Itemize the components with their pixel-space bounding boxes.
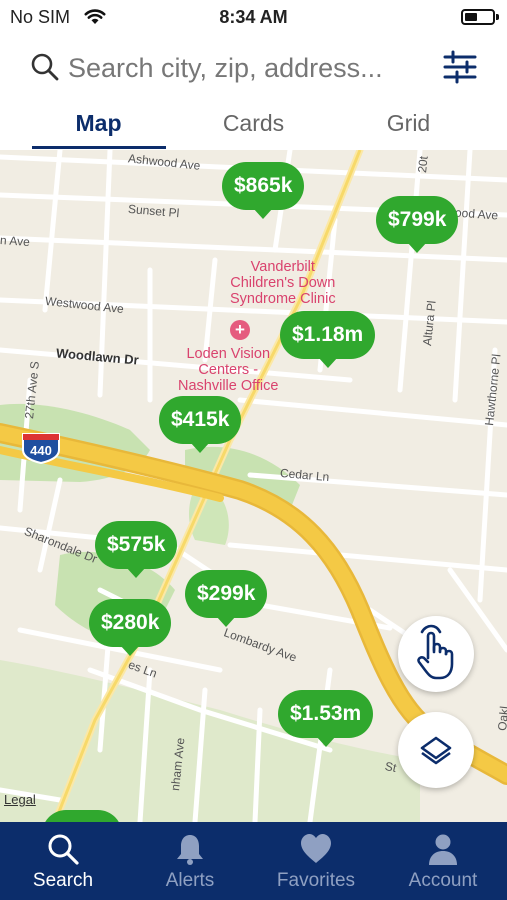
poi-label-vanderbilt-clinic[interactable]: Vanderbilt Children's Down Syndrome Clin… — [230, 259, 336, 307]
search-icon — [31, 53, 59, 81]
hand-pointer-icon — [417, 624, 454, 680]
nav-search[interactable]: Search — [0, 822, 126, 900]
bell-icon — [177, 835, 203, 865]
interstate-number: 440 — [30, 443, 52, 458]
price-pin[interactable]: $865k — [222, 162, 305, 219]
tab-map[interactable]: Map — [14, 110, 183, 137]
filter-sliders-icon[interactable] — [440, 48, 480, 86]
price-pin[interactable]: $1.53m — [278, 690, 374, 747]
price-pin[interactable]: $1.18m — [280, 311, 376, 368]
tab-grid[interactable]: Grid — [324, 110, 493, 137]
medical-cross-icon[interactable]: + — [230, 320, 250, 340]
street-label: ood Ave — [454, 205, 499, 223]
status-bar: No SIM 8:34 AM — [0, 0, 507, 34]
interstate-440-shield-icon: 440 — [22, 433, 60, 464]
draw-search-button[interactable] — [398, 616, 474, 692]
map-view[interactable]: 440 Ashwood Ave Sunset Pl n Ave ood Ave … — [0, 150, 507, 822]
search-bar — [0, 34, 507, 102]
street-label: n Ave — [0, 232, 31, 250]
nav-label: Search — [32, 870, 94, 891]
price-pin[interactable]: $280k — [89, 599, 172, 656]
clock: 8:34 AM — [219, 7, 288, 27]
heart-icon — [301, 834, 331, 863]
view-tabs: Map Cards Grid — [0, 102, 507, 151]
price-pin[interactable]: $299k — [185, 570, 268, 627]
bottom-nav: Search Alerts Favorites Account — [0, 822, 507, 900]
price-pin[interactable]: $415k — [159, 396, 242, 453]
nav-label: Favorites — [276, 870, 356, 891]
price-pin[interactable]: $799k — [376, 196, 459, 253]
tab-cards[interactable]: Cards — [169, 110, 338, 137]
nav-alerts[interactable]: Alerts — [127, 822, 253, 900]
battery-icon — [461, 9, 499, 25]
nav-label: Account — [408, 870, 478, 891]
nav-label: Alerts — [165, 870, 215, 891]
street-label: Oakl — [495, 705, 507, 732]
legal-link[interactable]: Legal — [4, 792, 36, 807]
active-tab-indicator — [32, 146, 166, 149]
poi-label-loden-vision[interactable]: Loden Vision Centers - Nashville Office — [178, 346, 278, 394]
price-pin[interactable]: $575k — [95, 521, 178, 578]
map-layers-button[interactable] — [398, 712, 474, 788]
person-icon — [429, 834, 457, 865]
nav-favorites[interactable]: Favorites — [253, 822, 379, 900]
street-label: 20t — [415, 155, 431, 174]
nav-account[interactable]: Account — [380, 822, 506, 900]
layers-icon — [420, 736, 452, 765]
search-input[interactable] — [68, 48, 428, 88]
search-icon — [48, 834, 79, 865]
